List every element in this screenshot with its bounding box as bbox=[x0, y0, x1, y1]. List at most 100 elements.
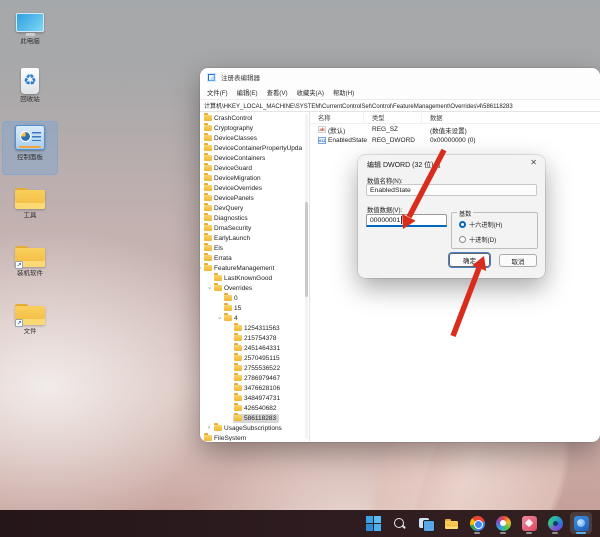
tree-item-DeviceContainerPropertyUpda[interactable]: DeviceContainerPropertyUpda bbox=[200, 143, 303, 153]
radio-decimal[interactable]: 十进制(D) bbox=[459, 235, 496, 244]
tree-scrollbar-thumb[interactable] bbox=[305, 202, 308, 297]
tree-item-2755536522[interactable]: 2755536522 bbox=[200, 363, 303, 373]
folder-icon bbox=[234, 333, 242, 342]
value-row-EnabledState[interactable]: 011 EnabledState REG_DWORD 0x00000000 (0) bbox=[310, 135, 600, 146]
file-explorer-icon bbox=[444, 516, 459, 531]
running-indicator bbox=[474, 532, 480, 534]
tree-item-586118283[interactable]: 586118283 bbox=[200, 413, 303, 423]
value-name-field[interactable]: EnabledState bbox=[366, 184, 537, 196]
taskbar-app-blue-active[interactable] bbox=[570, 512, 592, 534]
menu-favorites[interactable]: 收藏夹(A) bbox=[297, 88, 324, 97]
column-header-name[interactable]: 名称 bbox=[310, 111, 364, 124]
folder-icon: ↗ bbox=[13, 296, 47, 328]
radio-hex-label: 十六进制(H) bbox=[469, 222, 503, 229]
tree-item-label: DeviceMigration bbox=[214, 174, 261, 182]
tree-item-CrashControl[interactable]: CrashControl bbox=[200, 113, 303, 123]
taskbar-browser-wheel[interactable] bbox=[492, 512, 514, 534]
ok-button[interactable]: 确定 bbox=[447, 251, 492, 269]
tree-item-DeviceOverrides[interactable]: DeviceOverrides bbox=[200, 183, 303, 193]
column-header-type[interactable]: 类型 bbox=[364, 111, 422, 124]
address-bar[interactable]: 计算机\HKEY_LOCAL_MACHINE\SYSTEM\CurrentCon… bbox=[200, 99, 600, 112]
tree-item-2786979467[interactable]: 2786979467 bbox=[200, 373, 303, 383]
value-data-input[interactable]: 00000001 bbox=[366, 214, 447, 227]
value-row-(默认)[interactable]: ab (默认) REG_SZ (数值未设置) bbox=[310, 124, 600, 135]
tree-item-content: CrashControl bbox=[203, 113, 255, 123]
taskbar-browser-chrome[interactable] bbox=[466, 512, 488, 534]
tree-item-FeatureManagement[interactable]: › FeatureManagement bbox=[200, 263, 303, 273]
menu-view[interactable]: 查看(V) bbox=[267, 88, 288, 97]
menu-edit[interactable]: 编辑(E) bbox=[237, 88, 258, 97]
dialog-close-icon[interactable]: ✕ bbox=[530, 158, 537, 168]
tree-item-LastKnownGood[interactable]: LastKnownGood bbox=[200, 273, 303, 283]
menu-file[interactable]: 文件(F) bbox=[207, 88, 228, 97]
tree-item-content: FileSystem bbox=[203, 433, 249, 441]
taskbar-file-explorer[interactable] bbox=[440, 512, 462, 534]
running-indicator bbox=[526, 532, 532, 534]
window-title-bar[interactable]: 注册表编辑器 bbox=[200, 68, 600, 86]
column-header-data[interactable]: 数据 bbox=[422, 112, 600, 124]
folder-icon bbox=[204, 203, 212, 212]
shortcut-arrow-icon: ↗ bbox=[15, 261, 23, 269]
desktop-icon-control-panel[interactable]: 控制面板 bbox=[2, 121, 58, 175]
tree-item-2451464331[interactable]: 2451464331 bbox=[200, 343, 303, 353]
tree-item-label: 3484974731 bbox=[244, 394, 281, 402]
desktop-icon-folder-setup-shortcut[interactable]: ↗ 装机软件 bbox=[3, 238, 57, 290]
folder-icon bbox=[204, 263, 212, 272]
taskbar-task-view[interactable] bbox=[414, 512, 436, 534]
tree-item-3484974731[interactable]: 3484974731 bbox=[200, 393, 303, 403]
folder-icon bbox=[204, 113, 212, 122]
chevron-down-icon[interactable]: › bbox=[200, 264, 202, 272]
tree-item-1254311563[interactable]: 1254311563 bbox=[200, 323, 303, 333]
taskbar-app-pink[interactable] bbox=[518, 512, 540, 534]
folder-icon bbox=[214, 283, 222, 292]
tree-item-426540682[interactable]: 426540682 bbox=[200, 403, 303, 413]
folder-icon bbox=[204, 133, 212, 142]
taskbar-start[interactable] bbox=[362, 512, 384, 534]
cancel-button[interactable]: 取消 bbox=[499, 254, 537, 267]
recycle-symbol-icon: ♻ bbox=[23, 71, 37, 89]
taskbar-app-swirl[interactable] bbox=[544, 512, 566, 534]
taskbar-search[interactable] bbox=[388, 512, 410, 534]
tree-item-3476628106[interactable]: 3476628106 bbox=[200, 383, 303, 393]
tree-item-DevicePanels[interactable]: DevicePanels bbox=[200, 193, 303, 203]
desktop-icon-folder-tools[interactable]: 工具 bbox=[3, 180, 57, 232]
chevron-down-icon[interactable]: › bbox=[206, 284, 212, 292]
tree-item-DeviceGuard[interactable]: DeviceGuard bbox=[200, 163, 303, 173]
tree-item-UsageSubscriptions[interactable]: › UsageSubscriptions bbox=[200, 423, 303, 433]
bin-icon: ♻ bbox=[13, 64, 47, 96]
tree-item-DeviceClasses[interactable]: DeviceClasses bbox=[200, 133, 303, 143]
tree-item-label: 1254311563 bbox=[244, 324, 280, 332]
tree-item-Els[interactable]: Els bbox=[200, 243, 303, 253]
tree-item-4[interactable]: › 4 bbox=[200, 313, 303, 323]
tree-item-DeviceMigration[interactable]: DeviceMigration bbox=[200, 173, 303, 183]
tree-item-Cryptography[interactable]: Cryptography bbox=[200, 123, 303, 133]
tree-item-DevQuery[interactable]: DevQuery bbox=[200, 203, 303, 213]
tree-item-Errata[interactable]: Errata bbox=[200, 253, 303, 263]
tree-item-15[interactable]: 15 bbox=[200, 303, 303, 313]
tree-item-label: DeviceGuard bbox=[214, 164, 252, 172]
tree-item-Overrides[interactable]: › Overrides bbox=[200, 283, 303, 293]
tree-item-label: DeviceOverrides bbox=[214, 184, 263, 192]
desktop-icon-this-pc[interactable]: 此电脑 bbox=[3, 6, 57, 58]
chevron-right-icon[interactable]: › bbox=[205, 425, 213, 431]
tree-item-FileSystem[interactable]: FileSystem bbox=[200, 433, 303, 441]
radio-dec-label: 十进制(D) bbox=[469, 237, 497, 244]
chevron-down-icon[interactable]: › bbox=[216, 314, 222, 322]
desktop-icon-folder-files-shortcut[interactable]: ↗ 文件 bbox=[3, 296, 57, 348]
tree-item-Diagnostics[interactable]: Diagnostics bbox=[200, 213, 303, 223]
desktop-icon-column: 此电脑 ♻ 回收站 控制面板 工具 ↗ 装机软件 ↗ 文件 bbox=[2, 6, 58, 354]
taskbar-app-avatar[interactable] bbox=[596, 512, 600, 534]
tree-scrollbar[interactable] bbox=[305, 114, 308, 439]
tree-item-EarlyLaunch[interactable]: EarlyLaunch bbox=[200, 233, 303, 243]
registry-tree: CrashControl Cryptography DeviceClasses Dev… bbox=[200, 113, 303, 441]
desktop-icon-recycle-bin[interactable]: ♻ 回收站 bbox=[3, 64, 57, 116]
tree-item-DeviceContainers[interactable]: DeviceContainers bbox=[200, 153, 303, 163]
radio-hexadecimal[interactable]: 十六进制(H) bbox=[459, 220, 502, 229]
tree-item-2570495115[interactable]: 2570495115 bbox=[200, 353, 303, 363]
menu-help[interactable]: 帮助(H) bbox=[333, 88, 354, 97]
tree-item-0[interactable]: 0 bbox=[200, 293, 303, 303]
tree-item-label: Cryptography bbox=[214, 124, 254, 132]
menu-bar: 文件(F) 编辑(E) 查看(V) 收藏夹(A) 帮助(H) bbox=[200, 86, 600, 99]
tree-item-215754378[interactable]: 215754378 bbox=[200, 333, 303, 343]
tree-item-DmaSecurity[interactable]: DmaSecurity bbox=[200, 223, 303, 233]
